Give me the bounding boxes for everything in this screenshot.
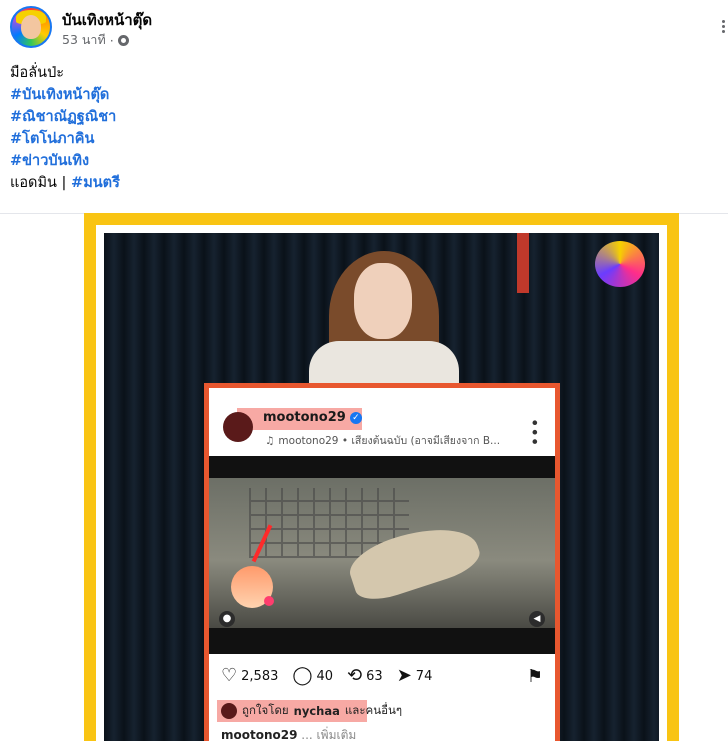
red-panel [517,233,529,293]
ig-more-icon: ••• [525,418,544,447]
liked-by-user: nychaa [293,704,340,718]
share-icon: ➤ [396,665,412,686]
hashtag-link[interactable]: #ณิชาณัฏฐณิชา [10,106,120,128]
post-image[interactable]: mootono29 ✓ ♫ mootono29 • เสียงต้นฉบับ (… [84,213,679,741]
ig-audio-text: mootono29 • เสียงต้นฉบับ (อาจมีเสียงจาก … [278,435,501,447]
hashtag-link[interactable]: #บันเทิงหน้าตุ๊ด [10,84,120,106]
hashtag-link[interactable]: #โตโน่ภาคิน [10,128,120,150]
share-count: 74 [415,668,433,684]
ig-repost: ⟲ 63 [347,667,383,685]
ig-username: mootono29 ✓ [263,410,362,425]
admin-hashtag-link[interactable]: #มนตรี [71,175,120,191]
verified-badge-icon: ✓ [349,411,362,424]
photo-background: mootono29 ✓ ♫ mootono29 • เสียงต้นฉบับ (… [104,233,659,741]
page-avatar[interactable] [10,6,52,48]
liked-by: ถูกใจโดย nychaa และคนอื่นๆ [221,702,402,720]
ig-username-text: mootono29 [263,410,346,425]
video-tag-user-icon: ● [219,611,235,627]
post-message: มือลั่นป่ะ [10,65,65,81]
person-face [354,263,412,339]
admin-line: แอดมิน | #มนตรี [10,172,120,194]
admin-label: แอดมิน | [10,175,67,191]
ig-like: ♡ 2,583 [221,667,278,685]
liked-by-suffix: และคนอื่นๆ [344,703,403,717]
post-meta: 53 นาที · [62,30,129,50]
heart-sticker-icon [264,596,274,606]
caption-user: mootono29 [221,728,298,741]
ig-avatar [223,412,253,442]
instagram-screenshot: mootono29 ✓ ♫ mootono29 • เสียงต้นฉบับ (… [204,383,560,741]
ig-video-frame: ● ◀ [209,456,555,654]
post-header: บันเทิงหน้าตุ๊ด 53 นาที · [10,6,725,50]
liked-by-avatar [221,703,237,719]
hashtag-link[interactable]: #ข่าวบันเทิง [10,150,120,172]
comment-icon: ◯ [292,665,313,686]
privacy-gear-icon[interactable] [117,34,129,46]
comment-count: 40 [316,668,334,684]
liked-by-prefix: ถูกใจโดย [242,703,289,717]
repost-count: 63 [366,668,383,684]
ig-caption: mootono29 ... เพิ่มเติม [221,726,356,741]
bookmark-icon: ⚑ [526,665,543,687]
watermark-logo-icon [595,241,645,287]
more-options-icon[interactable] [722,18,728,38]
video-sound-icon: ◀ [529,611,545,627]
instagram-post: mootono29 ✓ ♫ mootono29 • เสียงต้นฉบับ (… [209,388,555,741]
ig-actions: ♡ 2,583 ◯ 40 ⟲ 63 ➤ 74 ⚑ [221,664,543,688]
ig-comment: ◯ 40 [292,667,333,685]
repost-icon: ⟲ [347,665,363,686]
caption-more: ... เพิ่มเติม [301,728,357,741]
music-note-icon: ♫ [265,434,275,447]
post-time[interactable]: 53 นาที [62,30,106,50]
image-white-frame: mootono29 ✓ ♫ mootono29 • เสียงต้นฉบับ (… [96,225,667,741]
avatar-face [21,15,41,39]
like-count: 2,583 [241,668,279,684]
meta-separator: · [109,32,114,48]
ig-audio-line: ♫ mootono29 • เสียงต้นฉบับ (อาจมีเสียงจา… [265,432,500,449]
post-text: มือลั่นป่ะ #บันเทิงหน้าตุ๊ด #ณิชาณัฏฐณิช… [10,62,120,194]
ig-share: ➤ 74 [397,667,433,685]
video-scene [209,478,555,628]
page-name[interactable]: บันเทิงหน้าตุ๊ด [62,8,152,32]
heart-icon: ♡ [221,665,238,686]
